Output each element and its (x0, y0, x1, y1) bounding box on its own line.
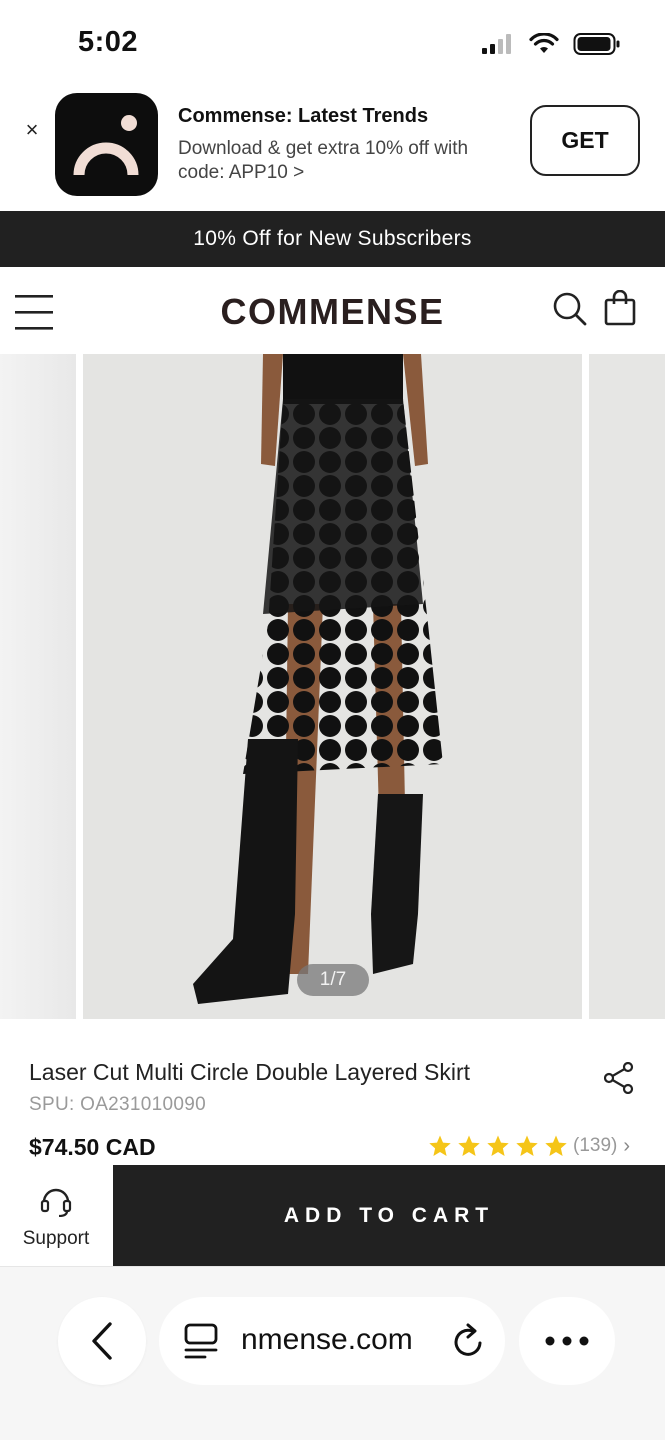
get-app-button[interactable]: GET (530, 105, 640, 176)
status-icons (481, 32, 621, 56)
more-dots-icon (545, 1336, 589, 1346)
chevron-right-icon[interactable]: › (623, 1135, 630, 1158)
add-to-cart-button[interactable]: ADD TO CART (113, 1165, 665, 1266)
url-text[interactable]: nmense.com (241, 1323, 413, 1357)
previous-slide-peek[interactable] (0, 354, 76, 1019)
bottom-action-bar: Support ADD TO CART (0, 1165, 665, 1266)
app-download-banner: × Commense: Latest Trends Download & get… (0, 88, 665, 210)
status-time: 5:02 (78, 26, 139, 58)
star-icon (545, 1135, 567, 1156)
banner-title: Commense: Latest Trends (178, 105, 429, 127)
more-options-button[interactable] (519, 1297, 615, 1385)
product-price: $74.50 CAD (29, 1134, 156, 1160)
banner-subtitle[interactable]: Download & get extra 10% off with code: … (178, 137, 498, 185)
wifi-icon (529, 33, 559, 53)
product-title: Laser Cut Multi Circle Double Layered Sk… (29, 1059, 471, 1085)
rating-stars (428, 1134, 573, 1158)
reload-icon[interactable] (449, 1321, 487, 1361)
product-photo-illustration (83, 354, 582, 1019)
product-spu: SPU: OA231010090 (29, 1094, 206, 1115)
address-bar[interactable]: nmense.com (159, 1297, 505, 1385)
close-icon[interactable]: × (22, 119, 42, 141)
support-label: Support (22, 1228, 90, 1249)
back-button[interactable] (58, 1297, 146, 1385)
next-slide-peek[interactable] (589, 354, 665, 1019)
review-count[interactable]: (139) (573, 1135, 617, 1157)
site-header: COMMENSE (0, 267, 665, 354)
app-icon (55, 93, 158, 196)
headset-icon (40, 1188, 72, 1217)
status-bar: 5:02 (0, 0, 665, 88)
tabs-icon[interactable] (183, 1322, 219, 1360)
promo-bar[interactable]: 10% Off for New Subscribers (0, 211, 665, 267)
search-icon[interactable] (553, 292, 587, 326)
product-image[interactable] (83, 354, 582, 1019)
star-icon (516, 1135, 538, 1156)
chevron-left-icon (92, 1322, 112, 1360)
battery-icon (573, 33, 620, 55)
star-icon (458, 1135, 480, 1156)
browser-toolbar: nmense.com (0, 1266, 665, 1440)
star-icon (429, 1135, 451, 1156)
product-rating[interactable]: (139) › (428, 1134, 630, 1158)
signal-icon (482, 34, 511, 54)
product-image-gallery[interactable] (0, 354, 665, 1019)
slide-counter: 1/7 (297, 964, 369, 996)
shopping-bag-icon[interactable] (604, 290, 636, 326)
share-icon[interactable] (604, 1062, 634, 1094)
support-button[interactable]: Support (0, 1165, 112, 1266)
star-icon (487, 1135, 509, 1156)
